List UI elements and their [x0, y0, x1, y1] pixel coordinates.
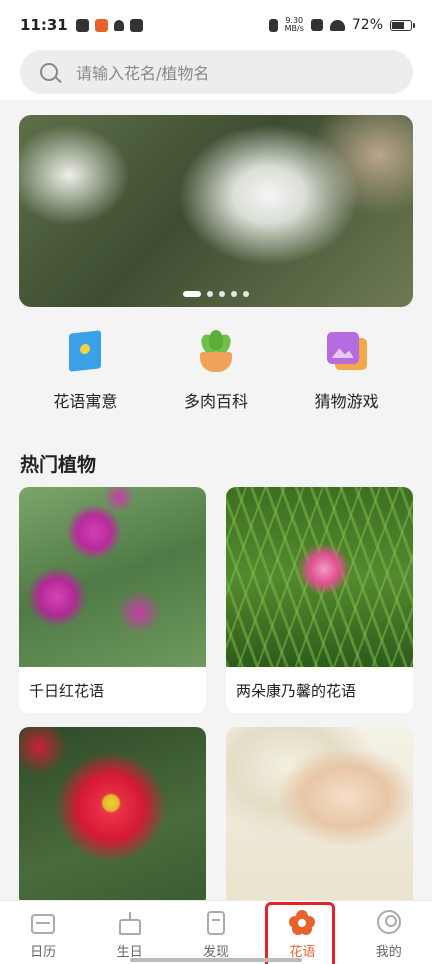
section-title: 热门植物 — [20, 454, 97, 476]
plant-card-gomphrena[interactable]: 千日红花语 — [19, 487, 206, 713]
carousel-dot — [207, 291, 213, 297]
plant-card-rose[interactable] — [226, 727, 413, 907]
nav-flower-language[interactable]: 花语 — [265, 902, 337, 964]
carousel-dot — [243, 291, 249, 297]
plant-card-daisy[interactable] — [19, 727, 206, 907]
picture-game-icon — [325, 330, 369, 374]
net-speed: 9.30 MB/s — [285, 17, 304, 33]
home-indicator[interactable] — [130, 958, 302, 962]
entry-label: 花语寓意 — [53, 392, 118, 411]
status-left: 11:31 — [20, 16, 143, 34]
quick-entries: 花语寓意 多肉百科 猜物游戏 — [0, 330, 432, 420]
plant-image — [19, 727, 206, 907]
plant-name: 千日红花语 — [29, 681, 105, 700]
search-placeholder: 请输入花名/植物名 — [76, 64, 210, 83]
bottom-nav: 日历 生日 发现 花语 我的 — [0, 900, 432, 964]
calendar-icon — [29, 909, 57, 937]
carousel-indicator — [183, 291, 249, 297]
carousel-dot — [183, 291, 201, 297]
entry-succulent-wiki[interactable]: 多肉百科 — [161, 330, 271, 420]
discover-icon — [202, 909, 230, 937]
nav-calendar[interactable]: 日历 — [8, 909, 78, 960]
flower-icon — [288, 909, 316, 937]
battery-percent: 72% — [351, 17, 383, 33]
profile-icon — [375, 909, 403, 937]
nfc-icon — [310, 19, 323, 31]
plant-card-carnation[interactable]: 两朵康乃馨的花语 — [226, 487, 413, 713]
search-input[interactable]: 请输入花名/植物名 — [20, 50, 413, 94]
app-notification-icon — [75, 18, 89, 32]
carousel-dot — [219, 291, 225, 297]
net-speed-unit: MB/s — [284, 24, 304, 33]
plant-image — [226, 727, 413, 907]
status-time: 11:31 — [20, 16, 68, 34]
nav-label: 日历 — [30, 945, 57, 960]
entry-label: 多肉百科 — [183, 392, 248, 411]
vibrate-icon — [268, 18, 278, 32]
nav-discover[interactable]: 发现 — [181, 909, 251, 960]
battery-icon — [390, 19, 415, 31]
status-right: 9.30 MB/s 72% — [268, 17, 415, 33]
succulent-icon — [194, 330, 238, 374]
entry-guess-game[interactable]: 猜物游戏 — [292, 330, 402, 420]
cake-icon — [116, 909, 144, 937]
search-area: 请输入花名/植物名 — [0, 50, 432, 100]
carousel-dot — [231, 291, 237, 297]
banner-carousel[interactable] — [19, 115, 413, 307]
wifi-icon — [329, 19, 345, 31]
nav-profile[interactable]: 我的 — [354, 909, 424, 960]
entry-label: 猜物游戏 — [314, 392, 379, 411]
bell-icon — [113, 19, 124, 31]
app-badge-icon — [94, 18, 108, 32]
status-bar: 11:31 9.30 MB/s 72% — [0, 0, 432, 50]
nav-label: 我的 — [375, 945, 402, 960]
plant-image — [226, 487, 413, 667]
entry-flower-meaning[interactable]: 花语寓意 — [30, 330, 140, 420]
search-icon — [40, 63, 58, 81]
nav-birthday[interactable]: 生日 — [95, 909, 165, 960]
plant-grid: 千日红花语 两朵康乃馨的花语 — [19, 487, 413, 907]
plant-image — [19, 487, 206, 667]
book-icon — [63, 330, 107, 374]
message-icon — [129, 18, 143, 32]
plant-name: 两朵康乃馨的花语 — [236, 681, 357, 700]
